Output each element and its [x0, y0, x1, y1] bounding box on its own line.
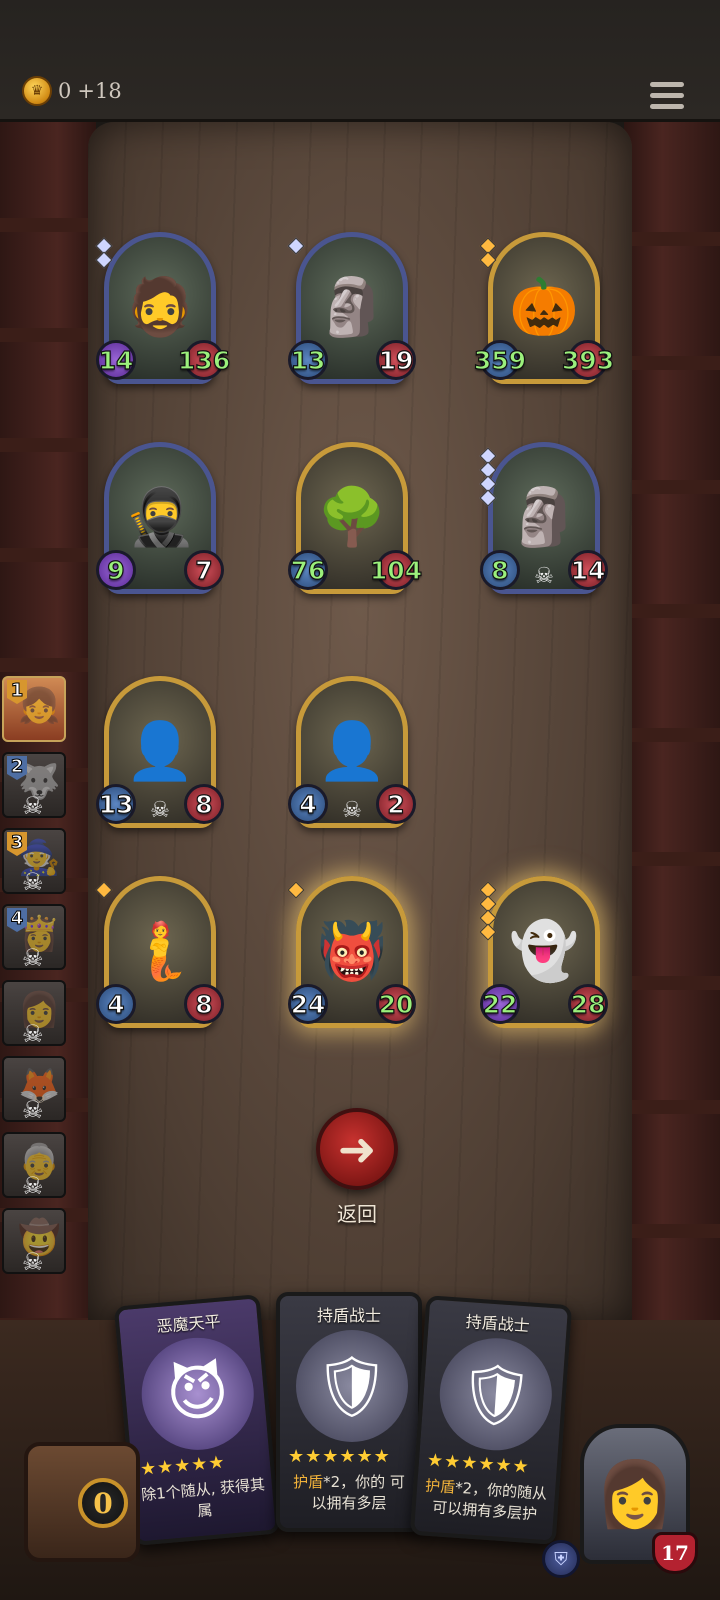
roster-player-3[interactable]: 🧙 ☠ 3 — [2, 828, 66, 894]
back-label: 返回 — [337, 1202, 377, 1226]
attack-stat: 4 — [96, 984, 136, 1024]
attack-stat: 76 — [288, 550, 328, 590]
health-stat: 20 — [376, 984, 416, 1024]
health-stat: 8 — [184, 784, 224, 824]
roster-player-2[interactable]: 🐺 ☠ 2 — [2, 752, 66, 818]
attack-stat: 9 — [96, 550, 136, 590]
attack-stat: 13 — [288, 340, 328, 380]
attack-stat: 24 — [288, 984, 328, 1024]
card-title: 持盾战士 — [465, 1312, 531, 1336]
menu-icon[interactable] — [650, 82, 684, 116]
health-stat: 393 — [561, 340, 615, 380]
health-stat: 136 — [177, 340, 231, 380]
shield-icon[interactable]: ⛨ — [542, 1540, 580, 1578]
health-stat: 104 — [369, 550, 423, 590]
roster-player-7[interactable]: 👵 ☠ — [2, 1132, 66, 1198]
crown-coin-icon: ♛ — [22, 76, 52, 106]
card-description: 护盾*2，你的 可以拥有多层 — [293, 1473, 405, 1512]
roster-player-4[interactable]: 👸 ☠ 4 — [2, 904, 66, 970]
card-title: 恶魔天平 — [155, 1311, 222, 1337]
skull-icon: ☠ — [342, 798, 362, 823]
minion-card-siren-maiden[interactable]: 🧜 4 8 — [95, 876, 224, 1036]
health-stat: 28 — [568, 984, 608, 1024]
attack-stat: 13 — [96, 784, 136, 824]
skull-icon: ☠ — [22, 792, 44, 818]
skull-icon: ☠ — [22, 944, 44, 970]
hand-card-3[interactable]: 持盾战士 🛡 ★★★★★★ 护盾*2，你的随从 可以拥有多层护 — [409, 1295, 573, 1545]
skull-icon: ☠ — [534, 564, 554, 589]
attack-stat: 4 — [288, 784, 328, 824]
card-description: 除1个随从, 获得其属 — [140, 1475, 266, 1521]
gold-amount: 0 — [58, 79, 72, 103]
skull-icon: ☠ — [150, 798, 170, 823]
card-title: 持盾战士 — [316, 1306, 381, 1325]
back-button[interactable]: ➜ — [316, 1108, 398, 1190]
attack-stat: 359 — [473, 340, 527, 380]
roster-player-1[interactable]: 👧 1 — [2, 676, 66, 742]
skull-icon: ☠ — [22, 1172, 44, 1198]
skull-icon: ☠ — [22, 1096, 44, 1122]
minion-card-pumpkin-knight[interactable]: 👹 24 20 — [287, 876, 416, 1036]
minion-card-shadow-reaper[interactable]: 👤 4 2 ☠ — [288, 676, 416, 836]
card-stars: ★★★★★★ — [426, 1449, 531, 1478]
minion-card-ghost-executioner[interactable]: 👻 22 28 — [479, 876, 608, 1036]
hand-card-2[interactable]: 持盾战士 🛡 ★★★★★★ 护盾*2，你的 可以拥有多层 — [276, 1292, 422, 1532]
bookshelf-right — [624, 122, 720, 1352]
health-stat: 8 — [184, 984, 224, 1024]
arrow-left-icon: ➜ — [337, 1122, 377, 1176]
minion-card-stone-golem[interactable]: 🗿 13 19 — [287, 232, 416, 392]
minion-card-hooded-assassin[interactable]: 🥷 9 7 — [96, 442, 224, 602]
skull-icon: ☠ — [22, 868, 44, 894]
card-art: 🛡 — [436, 1334, 556, 1455]
card-stars: ★★★★★★ — [288, 1446, 391, 1467]
card-art: 🛡 — [296, 1330, 408, 1442]
chest-count: 0 — [78, 1478, 128, 1528]
attack-stat: 22 — [480, 984, 520, 1024]
gold-counter: ♛ 0 +18 — [22, 76, 122, 106]
roster-player-6[interactable]: 🦊 ☠ — [2, 1056, 66, 1122]
skull-icon: ☠ — [22, 1248, 44, 1274]
skull-icon: ☠ — [22, 1020, 44, 1046]
card-art: 😈 — [137, 1333, 259, 1455]
health-stat: 14 — [568, 550, 608, 590]
minion-card-pumpkin-mummy[interactable]: 🎃 359 393 — [473, 232, 615, 392]
minion-card-treant[interactable]: 🌳 76 104 — [288, 442, 423, 602]
health-stat: 19 — [376, 340, 416, 380]
roster-player-8[interactable]: 🤠 ☠ — [2, 1208, 66, 1274]
health-stat: 7 — [184, 550, 224, 590]
attack-stat: 8 — [480, 550, 520, 590]
minion-card-stone-golem[interactable]: 🗿 8 14 ☠ — [479, 442, 608, 602]
hero-health: 17 — [652, 1532, 698, 1574]
minion-card-shadow-reaper[interactable]: 👤 13 8 ☠ — [96, 676, 224, 836]
card-description: 护盾*2，你的随从 可以拥有多层护 — [424, 1476, 548, 1524]
card-stars: ★★★★★ — [139, 1451, 227, 1481]
health-stat: 2 — [376, 784, 416, 824]
minion-card-dwarf-warrior[interactable]: 🧔 14 136 — [95, 232, 231, 392]
gold-income: +18 — [77, 79, 122, 103]
attack-stat: 14 — [96, 340, 136, 380]
hero-face-icon: 👩 — [595, 1457, 675, 1532]
roster-player-5[interactable]: 👩 ☠ — [2, 980, 66, 1046]
